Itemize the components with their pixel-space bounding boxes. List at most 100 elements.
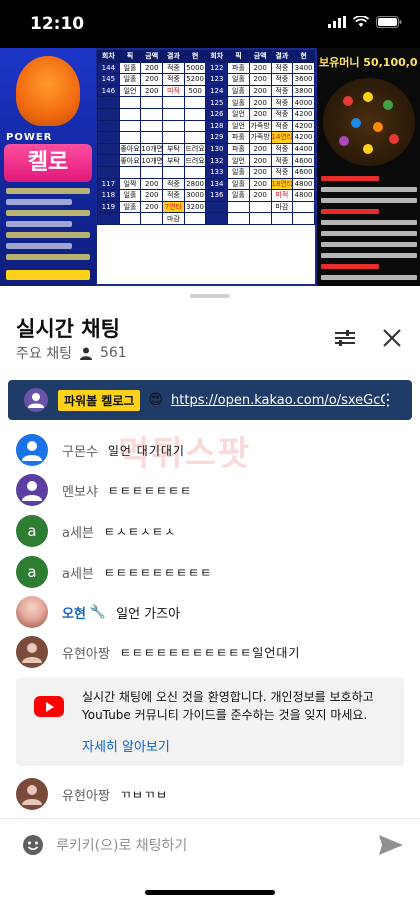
results-cell: 124	[205, 84, 229, 98]
results-cell: 200	[248, 165, 272, 179]
promo-headline: 보유머니 50,100,000	[319, 56, 418, 69]
results-cell: 드려요	[183, 154, 207, 167]
results-cell: 145	[97, 73, 120, 86]
results-cell: 133	[205, 165, 229, 179]
results-cell	[97, 96, 120, 109]
results-cell: 현	[183, 50, 207, 63]
results-cell	[97, 154, 120, 167]
results-cell: 적중	[270, 73, 294, 86]
chat-message[interactable]: 멘보샤 ㅌㅌㅌㅌㅌㅌㅌ	[16, 472, 406, 508]
results-cell	[140, 212, 164, 225]
results-cell: 146	[97, 84, 120, 98]
close-chat-button[interactable]	[380, 326, 404, 350]
results-cell: 136	[205, 189, 229, 202]
avatar	[16, 636, 48, 668]
results-row: 마감	[97, 212, 315, 225]
results-row: 117 일짝 200 적중 2800 134 일홀 200 18연타 4800	[97, 177, 315, 191]
avatar: a	[16, 556, 48, 588]
wrench-icon: 🔧	[89, 604, 107, 620]
results-cell: 200	[140, 177, 164, 191]
results-cell: 134	[205, 177, 229, 191]
results-cell: 일홀	[227, 189, 250, 202]
results-cell: 파홀	[227, 61, 250, 75]
results-cell: 일언	[227, 154, 250, 167]
message-text: ㄲㅂㄲㅂ	[119, 787, 169, 802]
more-options-icon[interactable]: ⋮	[380, 392, 396, 408]
results-cell: 5000	[183, 61, 207, 75]
results-cell: 4000	[292, 96, 315, 109]
avatar	[16, 434, 48, 466]
chat-input[interactable]	[56, 832, 356, 860]
results-cell: 금액	[140, 50, 164, 63]
results-cell	[140, 131, 164, 144]
mascot-image	[16, 56, 80, 126]
results-cell: 200	[140, 61, 164, 75]
results-cell: 일언	[227, 119, 250, 133]
results-cell: 3200	[183, 200, 207, 214]
message-text: ㅌㅌㅌㅌㅌㅌㅌ	[107, 483, 193, 498]
results-cell	[183, 131, 207, 144]
results-cell	[140, 119, 164, 133]
heart-eyes-emoji: 😍	[148, 392, 164, 408]
learn-more-link[interactable]: 자세히 알아보기	[82, 736, 170, 755]
results-row: 145 일홀 200 적중 5200 123 일홀 200 적중 3600	[97, 73, 315, 86]
results-cell: 금액	[248, 50, 272, 63]
results-cell	[97, 165, 120, 179]
results-cell: 3600	[292, 73, 315, 86]
results-cell: 200	[248, 154, 272, 167]
results-cell	[227, 200, 250, 214]
results-cell: 200	[248, 107, 272, 121]
send-button[interactable]	[378, 834, 404, 856]
results-cell: 200	[248, 142, 272, 156]
video-player[interactable]: POWER 켈로 회차 픽 금액 결과 현 회차 픽 금액 결과 현 144 일홀 200 적중 5000 1…	[0, 48, 420, 286]
results-cell: 미적	[162, 84, 185, 98]
results-row: 129 파홀 가족방 14연타 4200	[97, 131, 315, 144]
results-cell: 일홀	[118, 61, 142, 75]
results-cell: 122	[205, 61, 229, 75]
results-cell	[248, 200, 272, 214]
results-cell	[183, 212, 207, 225]
results-cell	[227, 212, 250, 225]
results-cell	[292, 212, 315, 225]
results-cell	[97, 107, 120, 121]
pinned-author-badge: 파워볼 켈로그	[58, 389, 141, 411]
results-row: 좋아요 10개면 부탁 드려요 130 파홀 200 적중 4400	[97, 142, 315, 156]
message-author: a세븐	[62, 525, 94, 541]
results-cell	[118, 131, 142, 144]
chat-message[interactable]: 구몬수 일언 대기대기	[16, 432, 406, 468]
results-cell: 결과	[270, 50, 294, 63]
results-cell: 현	[292, 50, 315, 63]
lottery-balls-image	[323, 78, 415, 166]
chat-message[interactable]: 유현아짱 ㄲㅂㄲㅂ	[16, 776, 406, 812]
pinned-link[interactable]: https://open.kakao.com/o/sxeGcCle...	[171, 393, 385, 408]
results-cell: 적중	[270, 84, 294, 98]
results-cell: 200	[140, 84, 164, 98]
results-cell: 적중	[270, 61, 294, 75]
chat-message[interactable]: a a세븐 ㅌㅅㅌㅅㅌㅅ	[16, 513, 406, 549]
chat-filter-button[interactable]	[331, 326, 359, 350]
results-cell: 일언	[227, 107, 250, 121]
results-cell: 200	[248, 177, 272, 191]
results-cell: 3400	[292, 61, 315, 75]
emoji-button[interactable]	[22, 834, 44, 856]
chat-message[interactable]: 오현 🔧 일언 가즈아	[16, 594, 406, 630]
status-time: 12:10	[30, 14, 85, 34]
results-cell	[140, 165, 164, 179]
sheet-drag-handle[interactable]	[190, 294, 230, 298]
results-cell	[118, 107, 142, 121]
results-cell: 적중	[162, 61, 185, 75]
chat-message[interactable]: 유현아짱 ㅌㅌㅌㅌㅌㅌㅌㅌㅌㅌㅌ일언대기	[16, 634, 406, 670]
results-cell: 드려요	[183, 142, 207, 156]
results-row: 좋아요 10개면 부탁 드려요 132 일언 200 적중 4600	[97, 154, 315, 167]
pinned-message[interactable]: 파워볼 켈로그 😍 https://open.kakao.com/o/sxeGc…	[8, 380, 412, 420]
results-cell: 적중	[270, 165, 294, 179]
results-cell: 4600	[292, 154, 315, 167]
chat-message[interactable]: a a세븐 ㅌㅌㅌㅌㅌㅌㅌㅌㅌ	[16, 554, 406, 590]
results-cell	[97, 142, 120, 156]
results-grid: 회차 픽 금액 결과 현 회차 픽 금액 결과 현 144 일홀 200 적중 5000 122 파홀 200 적중…	[97, 50, 315, 225]
chat-mode-label[interactable]: 주요 채팅	[16, 343, 72, 363]
pinned-author-avatar	[24, 388, 48, 412]
message-author: 멘보샤	[62, 484, 98, 500]
results-cell: 4200	[292, 107, 315, 121]
results-cell: 좋아요	[118, 142, 142, 156]
